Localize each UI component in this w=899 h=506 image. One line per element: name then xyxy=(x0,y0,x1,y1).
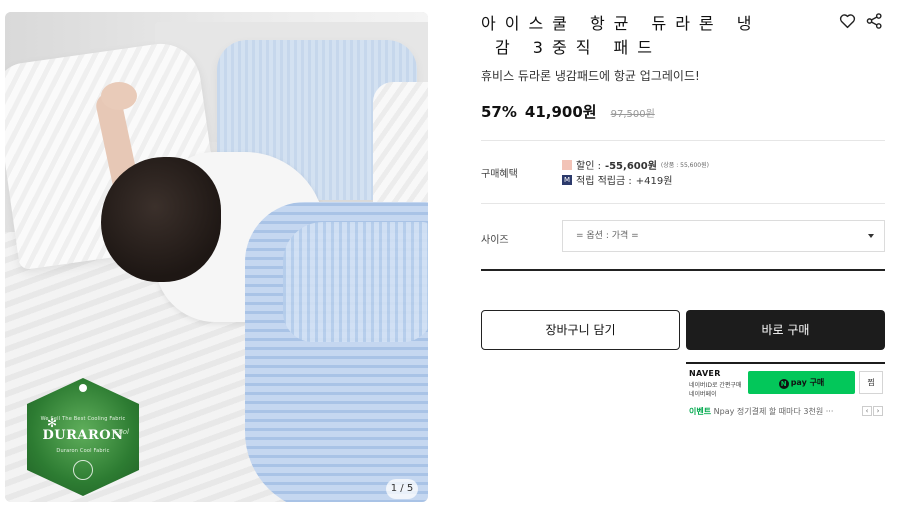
next-arrow-icon[interactable]: › xyxy=(873,406,883,416)
original-price: 97,500원 xyxy=(610,109,655,120)
discount-benefit: 할인 : -55,600원 (상품 : 55,600원) xyxy=(562,157,709,172)
size-select[interactable]: = 옵션 : 가격 = xyxy=(562,220,885,252)
naverpay-divider xyxy=(686,362,885,364)
size-label: 사이즈 xyxy=(481,235,509,246)
points-benefit-value: +419원 xyxy=(635,176,673,187)
naverpay-buy-label: pay 구매 xyxy=(790,378,825,387)
naver-logo: NAVER xyxy=(689,369,721,378)
options-divider xyxy=(481,269,885,271)
product-subtitle: 휴비스 듀라론 냉감패드에 항균 업그레이드! xyxy=(481,69,700,83)
add-to-cart-button[interactable]: 장바구니 담기 xyxy=(481,310,680,350)
naverpay-event[interactable]: 이벤트 Npay 정기결제 할 때마다 3천원 ··· xyxy=(689,406,857,417)
share-icon[interactable] xyxy=(866,13,883,29)
divider xyxy=(481,140,885,141)
naverpay-desc-line2: 네이버페이 xyxy=(689,391,717,398)
discount-benefit-note: (상품 : 55,600원) xyxy=(660,162,709,169)
naverpay-wish-button[interactable]: 찜 xyxy=(859,371,883,394)
naver-pay-icon: N xyxy=(778,379,789,389)
event-pager: ‹ › xyxy=(862,406,883,416)
points-icon: M xyxy=(562,174,572,185)
person-hand xyxy=(101,82,137,110)
blue-blanket-fold xyxy=(283,222,428,342)
badge-bottom-text: Duraron Cool Fabric xyxy=(56,448,110,454)
event-tag: 이벤트 xyxy=(689,407,712,416)
buy-now-button[interactable]: 바로 구매 xyxy=(686,310,885,350)
price-row: 57% 41,900원 97,500원 xyxy=(481,101,655,123)
points-benefit-label: 적립 적립금 : xyxy=(576,176,632,187)
benefits-label: 구매혜택 xyxy=(481,169,518,180)
product-image-gallery[interactable]: ✻ We Sell The Best Cooling Fabric DURARO… xyxy=(5,12,428,502)
event-text: Npay 정기결제 할 때마다 3천원 ··· xyxy=(713,407,834,416)
naverpay-buy-button[interactable]: Npay 구매 xyxy=(748,371,855,394)
product-title: 아이스쿨 항균 듀라론 냉 감 3중직 패드 xyxy=(481,12,811,60)
product-title-line1: 아이스쿨 항균 듀라론 냉 xyxy=(481,14,761,33)
dropdown-caret-icon xyxy=(868,234,874,238)
sale-price: 41,900원 xyxy=(524,103,597,121)
prev-arrow-icon[interactable]: ‹ xyxy=(862,406,872,416)
badge-seal-icon xyxy=(73,460,93,480)
points-benefit: M 적립 적립금 : +419원 xyxy=(562,172,672,187)
size-select-placeholder: = 옵션 : 가격 = xyxy=(576,231,639,241)
badge-top-text: We Sell The Best Cooling Fabric xyxy=(40,416,126,422)
naverpay-desc-line1: 네이버ID로 간편구매 xyxy=(689,382,742,389)
heart-icon[interactable] xyxy=(839,13,856,29)
discount-benefit-label: 할인 : xyxy=(576,161,601,172)
person-hair xyxy=(101,157,221,282)
image-counter: 1 / 5 xyxy=(386,479,418,499)
product-title-line2: 감 3중직 패드 xyxy=(495,38,661,57)
divider xyxy=(481,203,885,204)
badge-brand-sub: Cool xyxy=(113,428,129,436)
discount-rate: 57% xyxy=(481,103,517,121)
badge-hole xyxy=(79,384,87,392)
discount-swatch-icon xyxy=(562,159,572,170)
discount-benefit-value: -55,600원 xyxy=(604,161,657,172)
